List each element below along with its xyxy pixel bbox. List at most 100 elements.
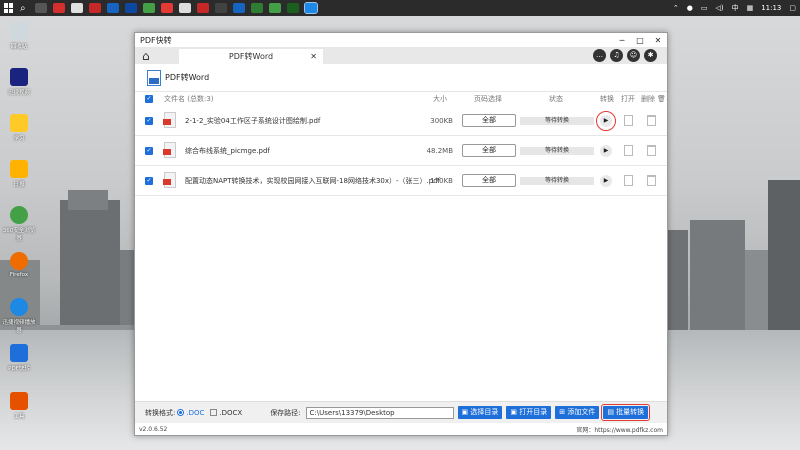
user-icon[interactable]: ☺	[627, 49, 640, 62]
search-icon[interactable]: ⌕	[20, 3, 26, 14]
add-files-button[interactable]: ⊞ 添加文件	[555, 406, 600, 419]
task-view-icon[interactable]	[34, 3, 47, 13]
open-file-icon[interactable]	[624, 115, 633, 126]
headset-icon[interactable]: ♫	[610, 49, 623, 62]
bottom-toolbar: 转换格式: .DOC .DOCX 保存路径: C:\Users\13379\De…	[135, 401, 667, 423]
pdf-app-taskbar-icon[interactable]	[303, 2, 318, 14]
delete-file-icon[interactable]	[647, 145, 656, 156]
pdf-file-icon	[163, 172, 176, 188]
photoshop-icon[interactable]	[232, 3, 245, 13]
desktop-icon-360-browser[interactable]: 360安全浏览器	[2, 206, 36, 242]
format-doc-label[interactable]: .DOC	[186, 409, 204, 417]
app-icon-vs[interactable]	[124, 3, 137, 13]
tray-up-icon[interactable]: ⌃	[673, 4, 679, 12]
desktop-icon-firefox[interactable]: Firefox	[2, 252, 36, 278]
notification-icon[interactable]: ▢	[789, 4, 796, 12]
excel-icon[interactable]	[286, 3, 299, 13]
app-tray-icon[interactable]: ▦	[747, 4, 754, 12]
app-icon-dark[interactable]	[214, 3, 227, 13]
col-status: 状态	[549, 95, 563, 103]
app-icon-green[interactable]	[250, 3, 263, 13]
page-select-button[interactable]: 全部	[462, 144, 516, 157]
minimize-button[interactable]: ─	[613, 36, 631, 45]
desktop-icon-video[interactable]: 迅捷视频	[2, 68, 36, 96]
choose-dir-button[interactable]: ▣ 选择目录	[457, 406, 503, 419]
tab-label: PDF转Word	[228, 52, 274, 61]
tab-close-icon[interactable]: ✕	[310, 49, 317, 64]
video-app-icon	[10, 68, 28, 86]
format-docx-radio[interactable]	[210, 409, 218, 416]
system-tray: ⌃ ● ▭ ◁) 中 ▦ 11:13 ▢	[669, 0, 800, 16]
network-icon[interactable]: ▭	[701, 4, 708, 12]
desktop-icon-folder-report[interactable]: 日报	[2, 160, 36, 188]
row-checkbox[interactable]: ✓	[145, 177, 153, 185]
open-file-icon[interactable]	[624, 145, 633, 156]
file-name: 配置动态NAPT转换技术，实现校园网接入互联网-18网络技术30x）-（张三）.…	[185, 176, 441, 185]
batch-convert-button[interactable]: ▤ 批量转换	[601, 404, 651, 421]
netease-music-icon[interactable]	[196, 3, 209, 13]
app-icon-media[interactable]	[160, 3, 173, 13]
format-docx-label[interactable]: .DOCX	[219, 409, 242, 417]
desktop-icon-label: PDF快转	[8, 366, 30, 372]
status-bar: 等待转换	[520, 176, 594, 185]
status-bar: 等待转换	[520, 146, 594, 155]
folder-icon	[10, 114, 28, 132]
desktop-icon-label: 回收站	[10, 44, 28, 50]
file-size: 300KB	[430, 116, 453, 125]
volume-icon[interactable]: ◁)	[715, 4, 723, 12]
save-path-label: 保存路径:	[270, 408, 301, 417]
page-select-button[interactable]: 全部	[462, 174, 516, 187]
status-line: v2.0.6.52 官网：https://www.pdfkz.com	[135, 423, 667, 435]
app-icon-doc[interactable]	[70, 3, 83, 13]
format-doc-radio[interactable]	[177, 409, 185, 416]
desktop-icon-recycle-bin[interactable]: 回收站	[2, 22, 36, 50]
open-file-icon[interactable]	[624, 175, 633, 186]
desktop-icon-label: 360安全浏览器	[2, 228, 36, 242]
desktop-icon-label: 日报	[13, 182, 25, 188]
tab-pdf-to-word[interactable]: PDF转Word ✕	[179, 49, 323, 64]
website-link[interactable]: 官网：https://www.pdfkz.com	[576, 425, 663, 434]
convert-play-icon[interactable]: ▶	[596, 110, 616, 131]
delete-file-icon[interactable]	[647, 175, 656, 186]
app-icon-red2[interactable]	[88, 3, 101, 13]
row-checkbox[interactable]: ✓	[145, 147, 153, 155]
desktop-icon-tool[interactable]: 工具	[2, 392, 36, 420]
pdf-file-icon	[163, 142, 176, 158]
tray-app-icon[interactable]: ●	[687, 4, 693, 12]
desktop-icon-label: 迅捷视频	[7, 90, 30, 96]
window-titlebar[interactable]: PDF快转 ─ □ ✕	[135, 33, 667, 47]
desktop-icon-label: Firefox	[9, 272, 29, 278]
row-checkbox[interactable]: ✓	[145, 117, 153, 125]
convert-play-icon[interactable]: ▶	[600, 144, 612, 157]
add-files-label: 添加文件	[567, 408, 596, 416]
open-dir-button[interactable]: ▣ 打开目录	[506, 406, 552, 419]
maximize-button[interactable]: □	[631, 36, 649, 45]
ime-indicator[interactable]: 中	[732, 3, 739, 13]
close-button[interactable]: ✕	[649, 36, 667, 45]
desktop-icon-folder-study[interactable]: 学习	[2, 114, 36, 142]
chrome-icon[interactable]	[142, 3, 155, 13]
app-icon-photo[interactable]	[178, 3, 191, 13]
player-icon	[10, 298, 28, 316]
windows-start-icon[interactable]	[4, 3, 14, 13]
folder-icon	[10, 160, 28, 178]
select-all-checkbox[interactable]: ✓	[145, 95, 153, 103]
page-select-button[interactable]: 全部	[462, 114, 516, 127]
settings-gear-icon[interactable]: ✱	[644, 49, 657, 62]
app-icon-red[interactable]	[52, 3, 65, 13]
chat-icon[interactable]: …	[593, 49, 606, 62]
wechat-icon[interactable]	[268, 3, 281, 13]
delete-all-icon[interactable]: 🗑	[657, 95, 666, 103]
desktop-icon-player[interactable]: 迅捷视频播放器	[2, 298, 36, 334]
file-row: ✓ 综合布线系统_picmge.pdf 48.2MB 全部 等待转换 ▶	[135, 136, 667, 166]
clock[interactable]: 11:13	[761, 4, 781, 12]
home-icon[interactable]: ⌂	[142, 49, 150, 63]
pdf-app-icon	[10, 344, 28, 362]
batch-convert-label: 批量转换	[616, 408, 645, 416]
tab-bar: ⌂ PDF转Word ✕ … ♫ ☺ ✱	[135, 47, 667, 64]
delete-file-icon[interactable]	[647, 115, 656, 126]
save-path-input[interactable]: C:\Users\13379\Desktop	[305, 406, 454, 419]
desktop-icon-pdf-app[interactable]: PDF快转	[2, 344, 36, 372]
app-icon-blue[interactable]	[106, 3, 119, 13]
convert-play-icon[interactable]: ▶	[600, 174, 612, 187]
